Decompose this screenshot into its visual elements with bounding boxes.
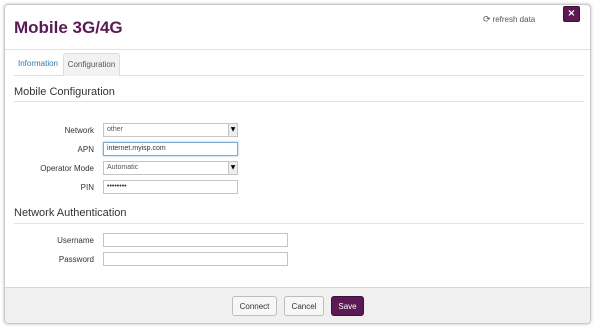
pin-input[interactable]: •••••••• [103,180,238,194]
network-authentication-heading: Network Authentication [14,207,127,219]
network-value: other [107,126,123,133]
close-button[interactable]: × [563,6,580,22]
network-label: Network [64,126,94,135]
pin-value: •••••••• [107,183,127,190]
close-icon: × [567,8,576,19]
network-select[interactable]: other ▼ [103,123,238,137]
tab-configuration[interactable]: Configuration [63,53,120,76]
apn-input[interactable]: internet.myisp.com [103,142,238,156]
username-input[interactable] [103,233,288,247]
tab-bar: Information Configuration [14,53,584,76]
chevron-down-icon: ▼ [228,162,237,174]
apn-label: APN [77,145,94,154]
refresh-label: refresh data [492,15,536,24]
section-divider [14,101,584,102]
section-divider [14,223,584,224]
operator-mode-value: Automatic [107,164,139,171]
tab-information[interactable]: Information [14,53,62,74]
refresh-data-link[interactable]: ⟳ refresh data [483,15,535,25]
mobile-dialog: × Mobile 3G/4G ⟳ refresh data Information… [4,4,591,324]
connect-button[interactable]: Connect [232,296,277,316]
refresh-icon: ⟳ [483,15,491,25]
password-input[interactable] [103,252,288,266]
pin-label: PIN [80,183,94,192]
dialog-footer: Connect Cancel Save [5,287,590,323]
apn-value: internet.myisp.com [107,145,166,152]
operator-mode-label: Operator Mode [40,164,94,173]
password-label: Password [58,255,94,264]
header-divider [5,49,590,50]
username-label: Username [57,236,94,245]
chevron-down-icon: ▼ [228,124,237,136]
operator-mode-select[interactable]: Automatic ▼ [103,161,238,175]
cancel-button[interactable]: Cancel [284,296,324,316]
save-button[interactable]: Save [331,296,364,316]
mobile-configuration-heading: Mobile Configuration [14,86,115,98]
dialog-title: Mobile 3G/4G [14,18,123,37]
